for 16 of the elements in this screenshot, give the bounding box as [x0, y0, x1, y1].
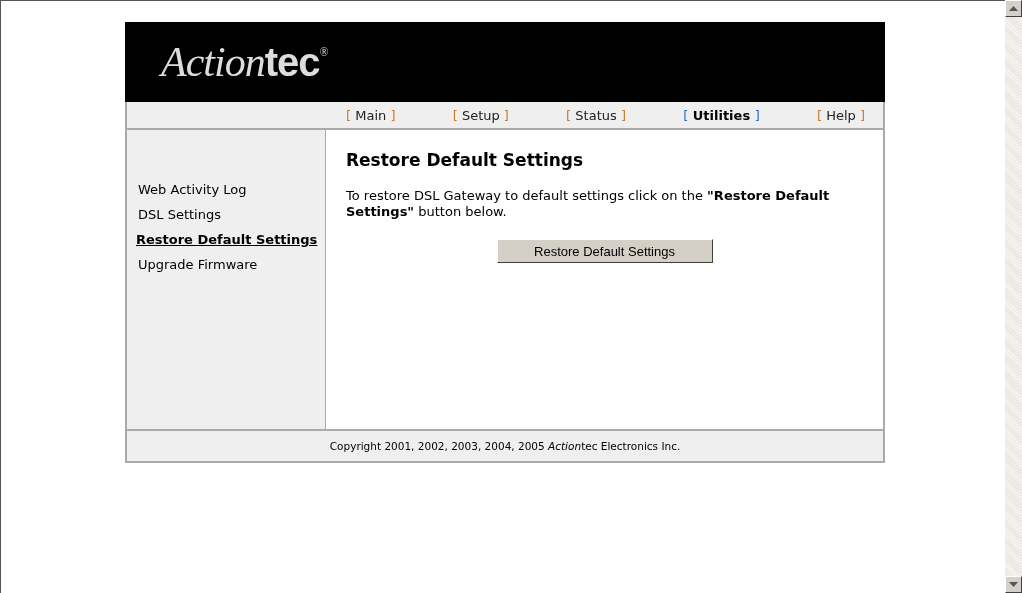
nav-link[interactable]: [ Help ]	[816, 107, 865, 123]
nav-link[interactable]: [ Setup ]	[452, 107, 509, 123]
sidebar-link[interactable]: DSL Settings	[127, 202, 232, 227]
restore-defaults-button[interactable]: Restore Default Settings	[496, 239, 713, 263]
page-heading: Restore Default Settings	[346, 150, 585, 170]
scrollbar[interactable]	[1005, 0, 1022, 593]
sidebar-link[interactable]: Web Activity Log	[127, 177, 258, 202]
copyright-text: Copyright 2001, 2002, 2003, 2004, 2005 Actiontec Electronics Inc.	[329, 440, 681, 452]
sidebar-link[interactable]: Upgrade Firmware	[127, 252, 269, 277]
nav-link[interactable]: [ Utilities ]	[683, 107, 760, 123]
scroll-up-icon[interactable]	[1005, 0, 1022, 17]
scroll-down-icon[interactable]	[1005, 576, 1022, 593]
instruction-text: To restore DSL Gateway to default settings click on the "Restore Default Settings" button below.	[346, 188, 831, 220]
nav-link[interactable]: [ Main ]	[346, 107, 396, 123]
nav-link[interactable]: [ Status ]	[566, 107, 626, 123]
sidebar-link[interactable]: Restore Default Settings	[127, 227, 329, 252]
